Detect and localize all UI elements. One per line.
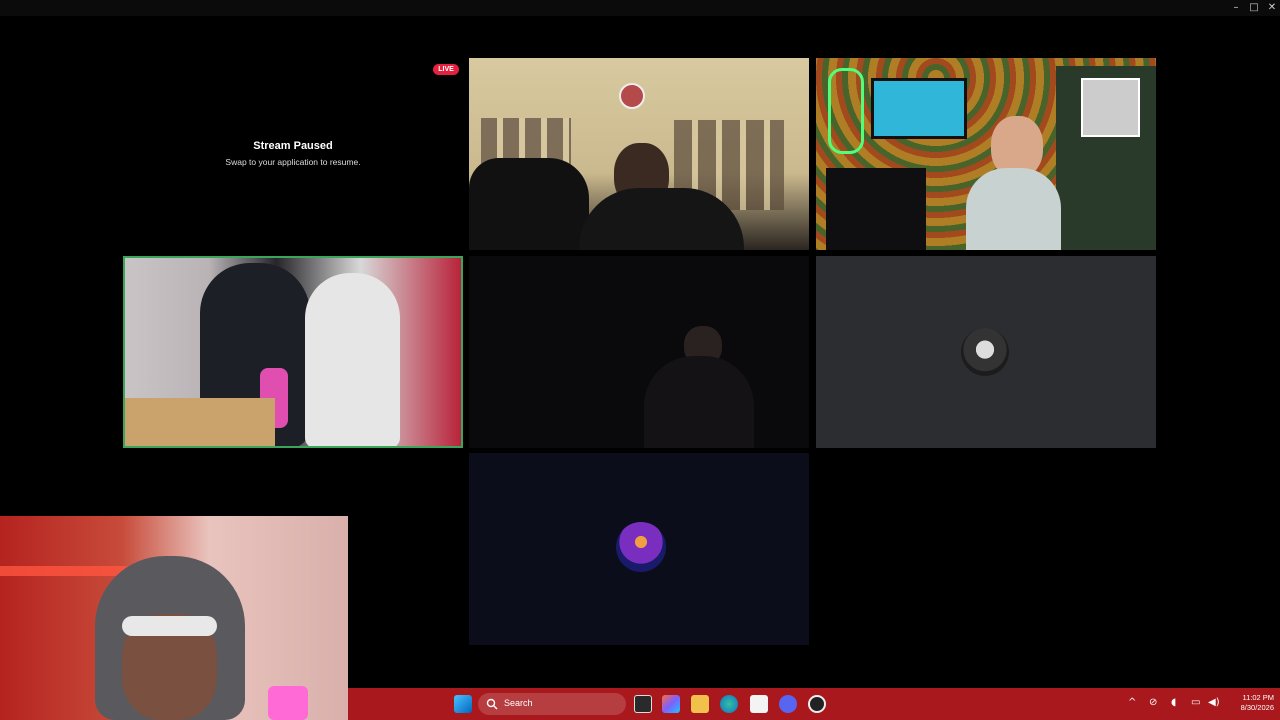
- microsoft-store-icon[interactable]: [750, 695, 768, 713]
- maximize-icon[interactable]: □: [1247, 2, 1261, 14]
- desk: [125, 398, 275, 446]
- file-explorer-icon[interactable]: [691, 695, 709, 713]
- neon-cactus: [828, 68, 864, 154]
- participant-video-tile[interactable]: [816, 58, 1156, 250]
- tray-chevron-icon[interactable]: ^: [1128, 697, 1136, 708]
- person-body: [644, 356, 754, 448]
- participant-video-tile[interactable]: [469, 256, 809, 448]
- stream-paused-tile[interactable]: Stream Paused Swap to your application t…: [123, 58, 463, 250]
- monitor: [871, 78, 967, 139]
- stream-paused-subtitle: Swap to your application to resume.: [225, 157, 361, 167]
- edge-icon[interactable]: [720, 695, 738, 713]
- clock-time: 11:02 PM: [1242, 693, 1274, 702]
- volume-icon[interactable]: ◀): [1208, 697, 1220, 708]
- chair: [469, 158, 589, 250]
- person-white-hoodie: [305, 273, 400, 446]
- task-view-icon[interactable]: [634, 695, 652, 713]
- obs-icon[interactable]: [808, 695, 826, 713]
- person-body: [966, 168, 1061, 250]
- pc-tower: [826, 168, 926, 250]
- wall-clock: [619, 83, 645, 109]
- live-badge: LIVE: [433, 64, 459, 75]
- network-icon[interactable]: ⊘: [1149, 697, 1157, 708]
- battery-icon[interactable]: ▭: [1191, 697, 1200, 708]
- user-avatar: [961, 328, 1009, 376]
- participant-avatar-tile[interactable]: [816, 256, 1156, 448]
- microphone: [268, 686, 308, 720]
- discord-icon[interactable]: [779, 695, 797, 713]
- search-placeholder: Search: [504, 698, 533, 708]
- title-bar: – □ ✕: [0, 0, 1280, 16]
- search-input[interactable]: Search: [478, 693, 626, 715]
- close-icon[interactable]: ✕: [1265, 2, 1279, 14]
- stream-paused-title: Stream Paused: [253, 140, 333, 152]
- minimize-icon[interactable]: –: [1229, 2, 1243, 14]
- headband: [122, 616, 217, 636]
- participant-video-tile[interactable]: [469, 58, 809, 250]
- search-icon: [486, 698, 498, 710]
- poster: [1081, 78, 1140, 137]
- user-avatar: [616, 522, 666, 572]
- led-strip: [0, 566, 130, 576]
- participant-avatar-tile[interactable]: [469, 453, 809, 645]
- microphone-icon[interactable]: ◖: [1171, 697, 1176, 708]
- participant-video-tile-speaking[interactable]: [123, 256, 463, 448]
- taskbar-clock[interactable]: 11:02 PM 8/30/2026: [1224, 693, 1274, 713]
- windows-start-icon[interactable]: [454, 695, 472, 713]
- webcam-overlay: [0, 516, 348, 720]
- clock-date: 8/30/2026: [1240, 703, 1274, 712]
- copilot-icon[interactable]: [662, 695, 680, 713]
